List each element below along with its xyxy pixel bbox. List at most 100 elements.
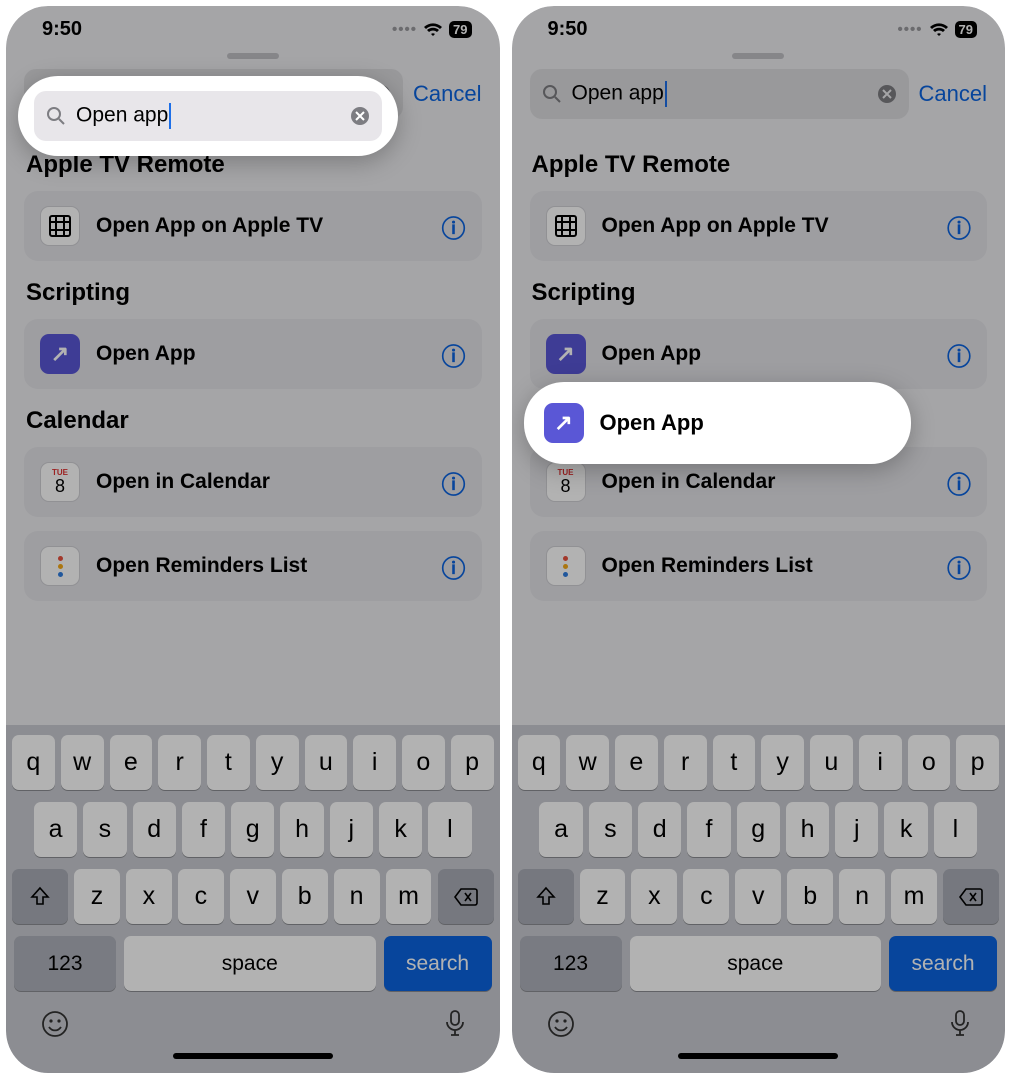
key-f[interactable]: f — [687, 802, 730, 857]
key-g[interactable]: g — [231, 802, 274, 857]
key-x[interactable]: x — [631, 869, 677, 924]
dictation-key[interactable] — [949, 1009, 971, 1039]
key-i[interactable]: i — [859, 735, 902, 790]
key-i[interactable]: i — [353, 735, 396, 790]
action-open-reminders-list[interactable]: Open Reminders List ⓘ — [530, 531, 988, 601]
key-e[interactable]: e — [615, 735, 658, 790]
info-icon[interactable]: ⓘ — [947, 465, 971, 500]
action-label: Open App on Apple TV — [602, 214, 932, 238]
cancel-button[interactable]: Cancel — [413, 81, 481, 107]
key-k[interactable]: k — [884, 802, 927, 857]
key-g[interactable]: g — [737, 802, 780, 857]
key-o[interactable]: o — [908, 735, 951, 790]
key-v[interactable]: v — [230, 869, 276, 924]
key-v[interactable]: v — [735, 869, 781, 924]
clear-icon[interactable] — [350, 106, 370, 126]
backspace-key[interactable] — [438, 869, 494, 924]
key-c[interactable]: c — [178, 869, 224, 924]
space-key[interactable]: space — [124, 936, 376, 991]
key-k[interactable]: k — [379, 802, 422, 857]
status-bar: 9:50 •••• 79 — [512, 6, 1006, 47]
key-z[interactable]: z — [580, 869, 626, 924]
action-label: Open Reminders List — [602, 554, 932, 578]
info-icon[interactable]: ⓘ — [947, 209, 971, 244]
key-r[interactable]: r — [158, 735, 201, 790]
clock: 9:50 — [42, 18, 82, 41]
home-indicator[interactable] — [678, 1053, 838, 1059]
space-key[interactable]: space — [630, 936, 882, 991]
key-b[interactable]: b — [787, 869, 833, 924]
key-u[interactable]: u — [810, 735, 853, 790]
action-label: Open App — [600, 410, 704, 436]
key-c[interactable]: c — [683, 869, 729, 924]
key-l[interactable]: l — [428, 802, 471, 857]
key-n[interactable]: n — [839, 869, 885, 924]
section-header-atv: Apple TV Remote — [532, 151, 988, 179]
info-icon[interactable]: ⓘ — [442, 549, 466, 584]
numbers-key[interactable]: 123 — [14, 936, 116, 991]
key-n[interactable]: n — [334, 869, 380, 924]
key-p[interactable]: p — [956, 735, 999, 790]
cancel-button[interactable]: Cancel — [919, 81, 987, 107]
key-m[interactable]: m — [386, 869, 432, 924]
search-key[interactable]: search — [889, 936, 997, 991]
key-h[interactable]: h — [280, 802, 323, 857]
info-icon[interactable]: ⓘ — [442, 209, 466, 244]
key-t[interactable]: t — [713, 735, 756, 790]
info-icon[interactable]: ⓘ — [947, 337, 971, 372]
clear-icon[interactable] — [877, 84, 897, 104]
key-j[interactable]: j — [330, 802, 373, 857]
sheet-grabber[interactable] — [227, 53, 279, 59]
key-x[interactable]: x — [126, 869, 172, 924]
key-a[interactable]: a — [539, 802, 582, 857]
key-z[interactable]: z — [74, 869, 120, 924]
key-w[interactable]: w — [566, 735, 609, 790]
key-p[interactable]: p — [451, 735, 494, 790]
shift-key[interactable] — [12, 869, 68, 924]
home-indicator[interactable] — [173, 1053, 333, 1059]
key-u[interactable]: u — [305, 735, 348, 790]
key-a[interactable]: a — [34, 802, 77, 857]
key-j[interactable]: j — [835, 802, 878, 857]
info-icon[interactable]: ⓘ — [442, 337, 466, 372]
action-open-app[interactable]: ↗ Open App ⓘ — [24, 319, 482, 389]
info-icon[interactable]: ⓘ — [947, 549, 971, 584]
key-s[interactable]: s — [83, 802, 126, 857]
action-open-in-calendar[interactable]: TUE 8 Open in Calendar ⓘ — [24, 447, 482, 517]
info-icon[interactable]: ⓘ — [442, 465, 466, 500]
key-m[interactable]: m — [891, 869, 937, 924]
key-e[interactable]: e — [110, 735, 153, 790]
section-header-scripting: Scripting — [532, 279, 988, 307]
key-d[interactable]: d — [638, 802, 681, 857]
key-h[interactable]: h — [786, 802, 829, 857]
sheet-grabber[interactable] — [732, 53, 784, 59]
keyboard[interactable]: qwertyuiop asdfghjkl zxcvbnm 123 space s… — [512, 725, 1006, 1073]
key-l[interactable]: l — [934, 802, 977, 857]
key-s[interactable]: s — [589, 802, 632, 857]
action-open-reminders-list[interactable]: Open Reminders List ⓘ — [24, 531, 482, 601]
search-input[interactable]: Open app — [530, 69, 909, 119]
search-icon — [542, 84, 562, 104]
key-y[interactable]: y — [256, 735, 299, 790]
emoji-key[interactable] — [546, 1009, 576, 1039]
backspace-key[interactable] — [943, 869, 999, 924]
action-open-app[interactable]: ↗ Open App ⓘ — [530, 319, 988, 389]
numbers-key[interactable]: 123 — [520, 936, 622, 991]
key-o[interactable]: o — [402, 735, 445, 790]
key-q[interactable]: q — [518, 735, 561, 790]
key-r[interactable]: r — [664, 735, 707, 790]
emoji-key[interactable] — [40, 1009, 70, 1039]
keyboard[interactable]: qwertyuiop asdfghjkl zxcvbnm 123 space s… — [6, 725, 500, 1073]
key-w[interactable]: w — [61, 735, 104, 790]
key-y[interactable]: y — [761, 735, 804, 790]
shift-key[interactable] — [518, 869, 574, 924]
action-open-app-apple-tv[interactable]: Open App on Apple TV ⓘ — [24, 191, 482, 261]
key-t[interactable]: t — [207, 735, 250, 790]
action-open-app-apple-tv[interactable]: Open App on Apple TV ⓘ — [530, 191, 988, 261]
dictation-key[interactable] — [444, 1009, 466, 1039]
key-b[interactable]: b — [282, 869, 328, 924]
key-q[interactable]: q — [12, 735, 55, 790]
search-key[interactable]: search — [384, 936, 492, 991]
key-d[interactable]: d — [133, 802, 176, 857]
key-f[interactable]: f — [182, 802, 225, 857]
